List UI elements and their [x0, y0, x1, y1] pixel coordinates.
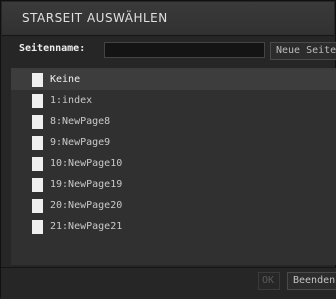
- page-icon: [32, 177, 43, 192]
- list-item-label: 20:NewPage20: [50, 200, 123, 211]
- list-item[interactable]: 8:NewPage8: [11, 111, 336, 132]
- list-item-label: Keine: [50, 74, 81, 85]
- list-item[interactable]: 9:NewPage9: [11, 132, 336, 153]
- page-name-row: Seitenname: Neue Seite: [1, 39, 336, 61]
- list-item[interactable]: 21:NewPage21: [11, 216, 336, 237]
- list-item[interactable]: 19:NewPage19: [11, 174, 336, 195]
- page-icon: [32, 219, 43, 234]
- list-item-label: 8:NewPage8: [50, 116, 111, 127]
- page-name-input[interactable]: [104, 42, 265, 58]
- dialog-footer: OK Beenden: [1, 267, 336, 299]
- page-icon: [32, 156, 43, 171]
- list-item[interactable]: 20:NewPage20: [11, 195, 336, 216]
- dialog-titlebar[interactable]: STARSEIT AUSWÄHLEN: [2, 2, 334, 36]
- list-item-label: 9:NewPage9: [50, 137, 111, 148]
- list-item[interactable]: Keine: [11, 69, 336, 90]
- ok-button[interactable]: OK: [258, 272, 280, 290]
- page-icon: [32, 114, 43, 129]
- page-icon: [32, 72, 43, 87]
- page-icon: [32, 93, 43, 108]
- list-item[interactable]: 1:index: [11, 90, 336, 111]
- select-start-page-dialog: STARSEIT AUSWÄHLEN Seitenname: Neue Seit…: [0, 0, 336, 299]
- list-item-label: 19:NewPage19: [50, 179, 123, 190]
- page-icon: [32, 135, 43, 150]
- close-button[interactable]: Beenden: [287, 272, 336, 290]
- page-name-label: Seitenname:: [19, 43, 86, 54]
- page-icon: [32, 198, 43, 213]
- page-list[interactable]: Keine 1:index 8:NewPage8 9:NewPage9 10:N…: [11, 68, 336, 265]
- list-item-label: 1:index: [50, 95, 93, 106]
- dialog-title: STARSEIT AUSWÄHLEN: [22, 11, 168, 25]
- new-page-button[interactable]: Neue Seite: [270, 42, 336, 60]
- list-item-label: 10:NewPage10: [50, 158, 123, 169]
- list-item[interactable]: 10:NewPage10: [11, 153, 336, 174]
- list-item-label: 21:NewPage21: [50, 221, 123, 232]
